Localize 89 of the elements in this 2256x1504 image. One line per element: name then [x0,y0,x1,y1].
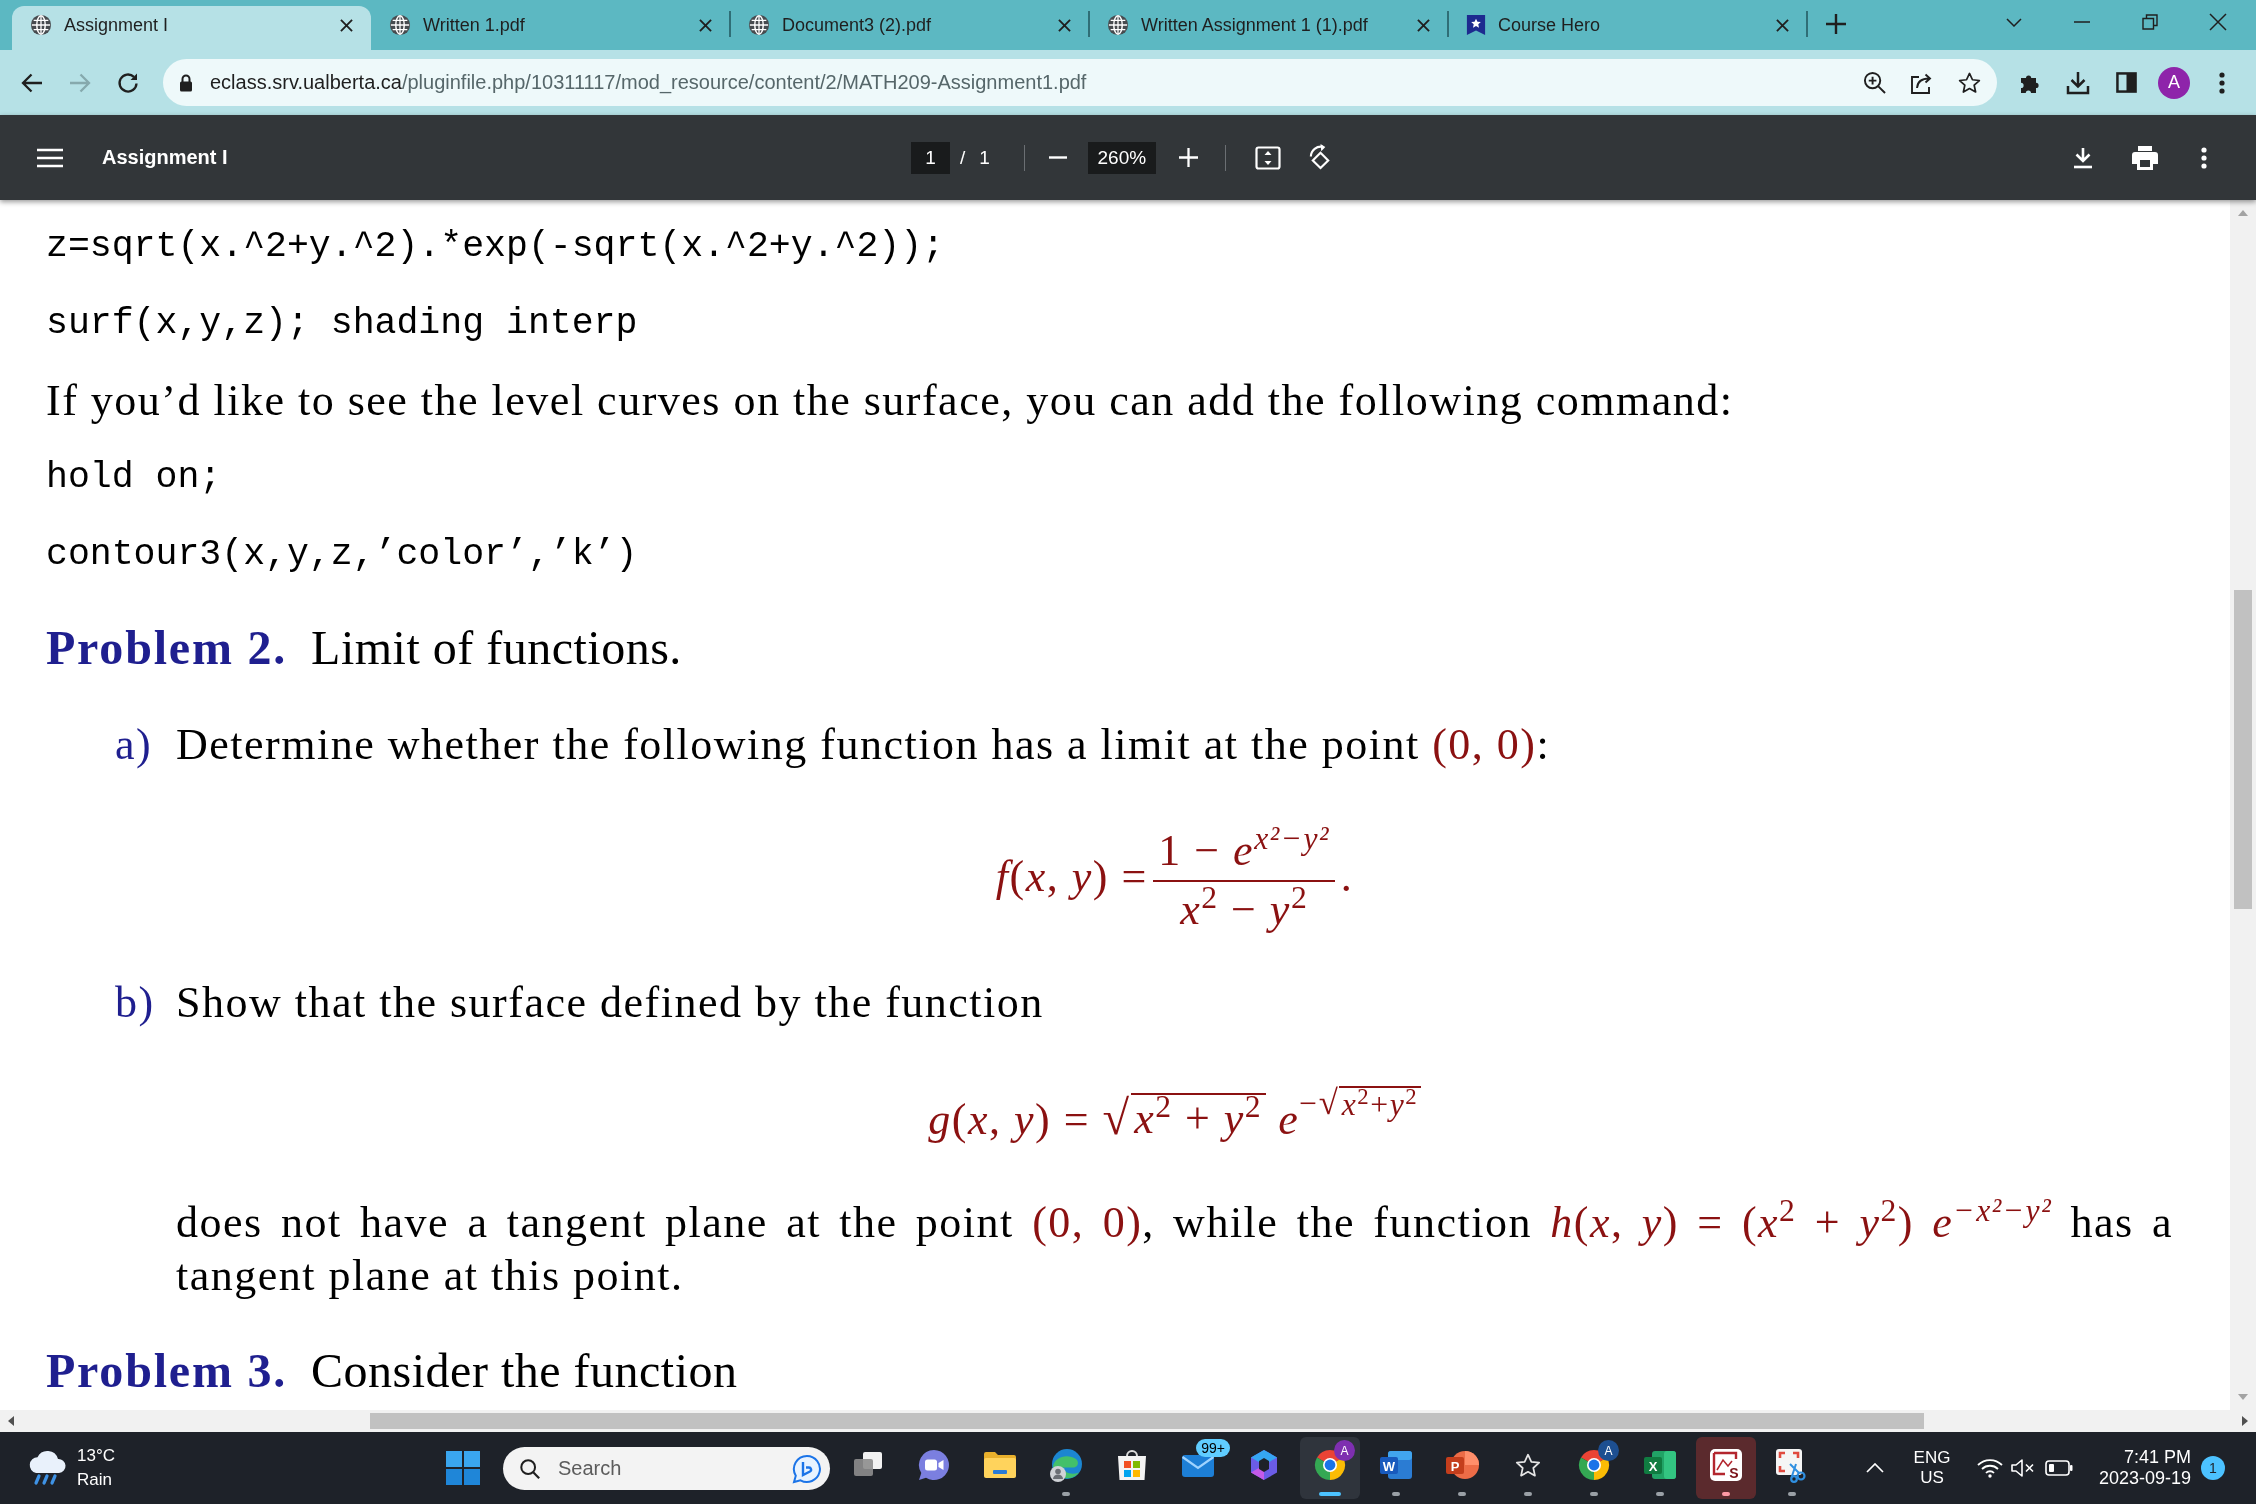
page-count: 1 [979,146,990,169]
profile-avatar[interactable]: A [2158,66,2190,99]
side-panel-icon[interactable] [2115,72,2137,93]
print-icon[interactable] [2132,145,2158,170]
taskbar-button[interactable]: A [1300,1437,1360,1499]
scrollbar-thumb[interactable] [370,1413,1924,1429]
search-icon [519,1457,541,1480]
globe-icon [30,14,52,36]
page-separator: / [960,146,966,169]
download-icon[interactable] [2066,70,2090,95]
reload-icon[interactable] [117,71,139,94]
muted-speaker-icon[interactable] [2010,1458,2036,1478]
code-line: contour3(x,y,z,’color’,’k’) [46,533,638,577]
share-icon[interactable] [1910,71,1934,94]
taskbar-button[interactable]: P [1432,1437,1492,1499]
segmented-circle-icon [1312,1447,1348,1483]
page-number-field[interactable]: 1 [911,141,950,174]
notification-badge: 99+ [1196,1439,1230,1457]
taskbar-button[interactable]: W [1366,1437,1426,1499]
notification-badge[interactable]: 1 [2201,1456,2225,1480]
segmented-circle-icon [1576,1447,1612,1483]
paragraph: does not have a tangent plane at the point (0, 0), while the function h(x, y) = (x$^{2}$ + y$^{2}$) e$^{−x²−y²}$ has a tangent plane at this point. [176,1196,2173,1303]
globe-icon [389,14,411,36]
address-field[interactable]: eclass.srv.ualberta.ca/pluginfile.php/10311117/mod_resource/content/2/MATH209-Assignment1.pdf [163,59,1997,106]
tab[interactable]: Assignment I [12,6,371,50]
chevron-down-icon[interactable] [2006,17,2022,27]
taskbar-button[interactable]: A [1564,1437,1624,1499]
lock-icon [179,73,193,92]
download-icon[interactable] [2073,146,2093,169]
battery-icon[interactable] [2045,1460,2073,1476]
code-line: surf(x,y,z); shading interp [46,302,638,346]
problem-title: Limit of functions. [311,620,682,676]
close-icon[interactable] [340,18,353,32]
menu-icon[interactable] [37,147,63,168]
restore-icon[interactable] [2142,14,2158,30]
problem-title: Consider the function [311,1343,738,1400]
fit-page-icon[interactable] [1254,145,1281,170]
four-squares-icon[interactable] [446,1451,480,1485]
zoom-in-icon[interactable] [1863,71,1886,94]
weather-condition: Rain [77,1469,112,1491]
scroll-left-icon[interactable] [8,1416,14,1426]
star-icon [1515,1453,1541,1478]
problem-number: Problem 3. [46,1343,288,1400]
shield-star-icon [1466,14,1486,36]
tab[interactable]: Course Hero [1448,6,1807,50]
close-icon[interactable] [1776,18,1789,32]
search-field[interactable]: Search [503,1446,830,1490]
profile-badge: A [1334,1440,1355,1461]
scroll-right-icon[interactable] [2242,1416,2248,1426]
framed-tile-icon: S [1708,1447,1744,1483]
item-label: b) [115,977,155,1027]
close-icon[interactable] [1058,18,1071,32]
taskbar-button[interactable]: 99+ [1168,1437,1228,1499]
paragraph: Show that the surface defined by the function [176,976,1045,1029]
globe-icon [1107,14,1129,36]
code-line: hold on; [46,456,222,500]
tab[interactable]: Document3 (2).pdf [730,6,1089,50]
math-formula: f(x, y) = 1 − e$^{x²−y²}$ x$^{2}$ − y$^{2}$ . [995,825,1354,937]
taskbar-button[interactable]: S [1696,1437,1756,1499]
taskbar-button[interactable]: X [1630,1437,1690,1499]
back-arrow-icon[interactable] [21,72,43,93]
math-formula: g(x, y) = √x$^{2}$ + y$^{2}$ e$^{−}$√x$^{2}$+y$^{2}$ [928,1082,1421,1146]
zoom-field[interactable]: 260% [1087,141,1156,174]
item-label: a) [115,720,153,769]
problem-number: Problem 2. [46,620,288,676]
globe-icon [748,14,770,36]
profile-badge: A [1598,1440,1619,1461]
close-icon[interactable] [699,18,712,32]
video-chat-icon [916,1447,952,1483]
chevron-up-icon[interactable] [1866,1463,1884,1473]
vertical-dots-icon[interactable] [2219,71,2225,94]
minus-icon[interactable] [1048,156,1067,159]
scrollbar-thumb[interactable] [2234,590,2252,909]
paragraph: If you’d like to see the level curves on the surface, you can add the following command: [46,375,1734,427]
language-indicator[interactable]: ENG US [1904,1448,1960,1488]
swirl-circle-icon [1048,1447,1084,1483]
tab[interactable]: Written Assignment 1 (1).pdf [1089,6,1448,50]
tab[interactable]: Written 1.pdf [371,6,730,50]
close-icon[interactable] [2209,13,2227,31]
code-line: z=sqrt(x.^2+y.^2).*exp(-sqrt(x.^2+y.^2)); [46,225,945,269]
vertical-dots-icon[interactable] [2201,146,2207,169]
wifi-icon[interactable] [1977,1458,2003,1478]
date-time-display[interactable]: 7:41 PM 2023-09-19 [2095,1447,2191,1489]
document-title: Assignment I [102,146,228,169]
paragraph: Determine whether the following function has a limit at the point (0, 0): [176,719,1552,771]
weather-temperature: 13°C [77,1445,115,1467]
close-icon[interactable] [1417,18,1430,32]
plus-icon[interactable] [1826,14,1846,34]
star-icon[interactable] [1958,71,1981,94]
